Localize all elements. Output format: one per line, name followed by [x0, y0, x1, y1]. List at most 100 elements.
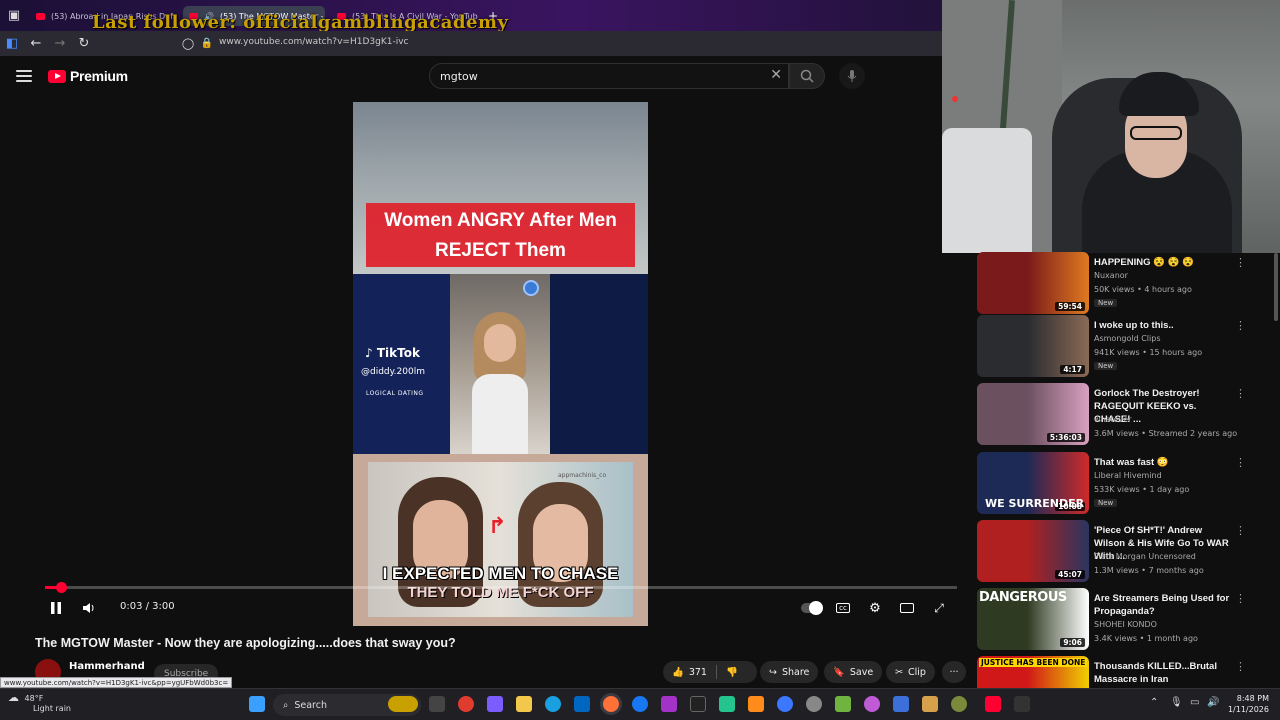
lock-icon[interactable]: 🔒	[195, 31, 219, 55]
address-bar[interactable]: www.youtube.com/watch?v=H1D3gK1-ivc	[219, 37, 408, 47]
recommendation-item[interactable]: 4:17 I woke up to this.. Asmongold Clips 94…	[977, 315, 1267, 379]
task-view-icon[interactable]	[429, 696, 445, 712]
recommendation-title[interactable]: I woke up to this..	[1094, 319, 1234, 332]
recommendation-thumbnail[interactable]: 9:06 DANGEROUS	[977, 588, 1089, 650]
progress-bar[interactable]	[45, 582, 957, 593]
recommendation-channel[interactable]: SHOHEI KONDO	[1094, 620, 1157, 629]
search-button[interactable]	[789, 63, 825, 89]
recommendation-meta: 50K views • 4 hours ago	[1094, 285, 1192, 294]
store-icon[interactable]	[574, 696, 590, 712]
recommendation-item[interactable]: 5:36:03 Gorlock The Destroyer! RAGEQUIT K…	[977, 383, 1267, 447]
app-purple-icon[interactable]	[864, 696, 880, 712]
share-button[interactable]: ↪ Share	[760, 661, 819, 683]
weather-widget[interactable]: ☁ 48°F Light rain	[8, 692, 71, 714]
recommendation-item[interactable]: 59:54 HAPPENING 😵 😵 😵 Nuxanor 50K views • 4…	[977, 252, 1267, 316]
fullscreen-button[interactable]: ⤢	[930, 599, 948, 617]
like-count[interactable]: 371	[689, 667, 707, 678]
more-options-icon[interactable]: ⋮	[1235, 456, 1246, 469]
more-options-icon[interactable]: ⋮	[1235, 256, 1246, 269]
copilot-icon[interactable]	[487, 696, 503, 712]
share-icon: ↪	[769, 666, 777, 678]
recommendation-item[interactable]: 45:07 'Piece Of SH*T!' Andrew Wilson & Hi…	[977, 520, 1267, 584]
autoplay-toggle[interactable]	[800, 599, 824, 617]
clear-search-icon[interactable]: ✕	[770, 67, 782, 83]
system-clock[interactable]: 8:48 PM 1/11/2026	[1225, 693, 1269, 715]
recommendation-item[interactable]: 10:08 WE SURRENDER That was fast 😳 Liberal …	[977, 452, 1267, 516]
more-options-icon[interactable]: ⋮	[1235, 660, 1246, 673]
recommendation-channel[interactable]: Liberal Hivemind	[1094, 471, 1162, 480]
recommendation-thumbnail[interactable]: 45:07	[977, 520, 1089, 582]
recommendation-title[interactable]: HAPPENING 😵 😵 😵	[1094, 256, 1234, 269]
forward-icon[interactable]: →	[48, 32, 72, 56]
app-olive-icon[interactable]	[951, 696, 967, 712]
channel-name[interactable]: Hammerhand	[69, 661, 145, 672]
app-leaf-icon[interactable]	[835, 696, 851, 712]
tray-chevron-icon[interactable]: ⌃	[1150, 697, 1158, 708]
recommendation-thumbnail[interactable]: 59:54	[977, 252, 1089, 314]
app-p-icon[interactable]	[661, 696, 677, 712]
recommendation-channel[interactable]: whatever	[1094, 415, 1132, 424]
app-blue-circle-icon[interactable]	[777, 696, 793, 712]
obs-icon[interactable]	[806, 696, 822, 712]
settings-button[interactable]: ⚙	[866, 599, 884, 617]
thumbs-up-icon[interactable]: 👍	[672, 667, 684, 678]
more-options-icon[interactable]: ⋮	[1235, 319, 1246, 332]
captions-button[interactable]: cc	[834, 599, 852, 617]
search-input[interactable]: mgtow ✕	[429, 63, 789, 89]
firefox-icon[interactable]	[603, 696, 619, 712]
clip-button[interactable]: ✂ Clip	[886, 661, 935, 683]
app-chart-icon[interactable]	[893, 696, 909, 712]
speaker-tray-icon[interactable]: 🔊	[1207, 697, 1219, 708]
chrome-icon[interactable]	[458, 696, 474, 712]
recommendation-channel[interactable]: Nuxanor	[1094, 271, 1128, 280]
edge-icon[interactable]	[545, 696, 561, 712]
more-options-icon[interactable]: ⋮	[1235, 387, 1246, 400]
recommendation-title[interactable]: Are Streamers Being Used for Propaganda?	[1094, 592, 1234, 618]
back-icon[interactable]: ←	[24, 32, 48, 56]
person-face	[484, 324, 516, 362]
microphone-tray-icon[interactable]: 🎙	[1170, 697, 1183, 708]
video-player[interactable]: Women ANGRY After Men REJECT Them ♪ TikT…	[353, 102, 648, 626]
more-actions-button[interactable]: ···	[942, 661, 966, 683]
recommendation-thumbnail[interactable]: 4:17	[977, 315, 1089, 377]
recommendation-channel[interactable]: Asmongold Clips	[1094, 334, 1161, 343]
tab-list-icon[interactable]: ▣	[2, 3, 26, 27]
terminal-icon[interactable]	[690, 696, 706, 712]
duration-badge: 9:06	[1060, 638, 1085, 647]
recommendation-title[interactable]: Thousands KILLED...Brutal Massacre in Ir…	[1094, 660, 1234, 686]
video-middle-panel: ♪ TikTok @diddy.200lm LOGICAL DATING	[353, 274, 648, 454]
youtube-taskbar-icon[interactable]	[985, 696, 1001, 712]
like-dislike-group: 👍 371 👎	[663, 661, 757, 683]
save-button[interactable]: 🔖 Save	[824, 661, 883, 683]
tiktok-label: TikTok	[376, 346, 420, 360]
menu-icon[interactable]	[16, 70, 32, 82]
recommendation-thumbnail[interactable]: 10:08 WE SURRENDER	[977, 452, 1089, 514]
cursor-app-icon[interactable]	[1014, 696, 1030, 712]
youtube-premium-logo[interactable]: Premium	[48, 68, 128, 84]
theater-mode-button[interactable]	[898, 599, 916, 617]
new-badge: New	[1094, 499, 1118, 507]
more-options-icon[interactable]: ⋮	[1235, 524, 1246, 537]
voice-search-button[interactable]	[839, 63, 865, 89]
reload-icon[interactable]: ↻	[72, 32, 96, 56]
file-explorer-icon[interactable]	[516, 696, 532, 712]
progress-scrubber[interactable]	[55, 582, 67, 593]
messenger-icon[interactable]	[632, 696, 648, 712]
recommendation-title[interactable]: That was fast 😳	[1094, 456, 1234, 469]
record-ring-icon	[523, 280, 539, 296]
more-options-icon[interactable]: ⋮	[1235, 592, 1246, 605]
app-orange-icon[interactable]	[748, 696, 764, 712]
recommendation-thumbnail[interactable]: 5:36:03	[977, 383, 1089, 445]
network-icon[interactable]: ▭	[1190, 697, 1199, 708]
thumbs-down-icon[interactable]: 👎	[726, 667, 738, 678]
recommendation-channel[interactable]: Piers Morgan Uncensored	[1094, 552, 1196, 561]
recommendation-item[interactable]: 9:06 DANGEROUS Are Streamers Being Used fo…	[977, 588, 1267, 652]
widget-banner-icon[interactable]	[388, 696, 418, 712]
scrollbar[interactable]	[1274, 253, 1278, 321]
sidebar-toggle-icon[interactable]: ◧	[0, 32, 24, 56]
app-bow-icon[interactable]	[922, 696, 938, 712]
volume-button[interactable]	[80, 599, 98, 617]
pause-button[interactable]	[47, 599, 65, 617]
app-green-icon[interactable]	[719, 696, 735, 712]
windows-start-icon[interactable]	[249, 696, 265, 712]
